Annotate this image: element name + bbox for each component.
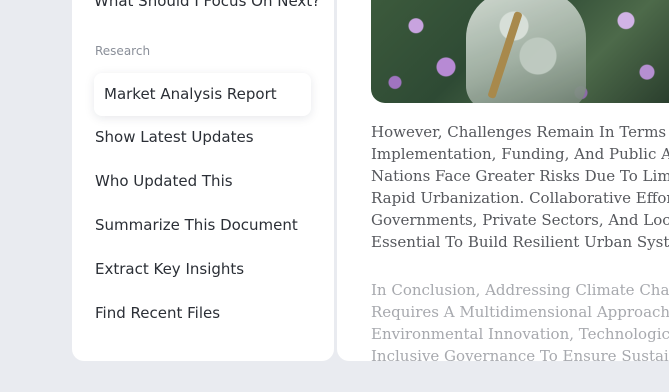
- sidebar-item-find-recent-files[interactable]: Find Recent Files: [95, 304, 220, 322]
- paragraph-line: Governments, Private Sectors, And Local: [371, 211, 669, 229]
- paragraph-line: Environmental Innovation, Technological: [371, 325, 669, 343]
- paragraph-line: Essential To Build Resilient Urban Syste…: [371, 233, 669, 251]
- paragraph-line: However, Challenges Remain In Terms Of: [371, 123, 669, 141]
- sidebar-item-who-updated-this[interactable]: Who Updated This: [95, 172, 233, 190]
- document-paragraph-1: However, Challenges Remain In Terms Of I…: [371, 121, 669, 253]
- paragraph-line: Implementation, Funding, And Public Awar: [371, 145, 669, 163]
- paragraph-line: Requires A Multidimensional Approach T: [371, 303, 669, 321]
- paragraph-line: Nations Face Greater Risks Due To Limite: [371, 167, 669, 185]
- document-paragraph-2: In Conclusion, Addressing Climate Chang …: [371, 279, 669, 367]
- astronaut-suit-shape: [466, 0, 586, 103]
- sidebar-item-previous[interactable]: What Should I Focus On Next?: [94, 0, 320, 10]
- paragraph-line: Rapid Urbanization. Collaborative Effort…: [371, 189, 669, 207]
- section-label-research: Research: [95, 44, 151, 58]
- sidebar-item-extract-key-insights[interactable]: Extract Key Insights: [95, 260, 244, 278]
- sidebar-item-show-latest-updates[interactable]: Show Latest Updates: [95, 128, 254, 146]
- sidebar-item-summarize-this-document[interactable]: Summarize This Document: [95, 216, 298, 234]
- sidebar-item-market-analysis-report[interactable]: Market Analysis Report: [94, 73, 311, 116]
- paragraph-line: In Conclusion, Addressing Climate Chang: [371, 281, 669, 299]
- astronaut-image: [371, 0, 669, 103]
- paragraph-line: Inclusive Governance To Ensure Sustain: [371, 347, 669, 365]
